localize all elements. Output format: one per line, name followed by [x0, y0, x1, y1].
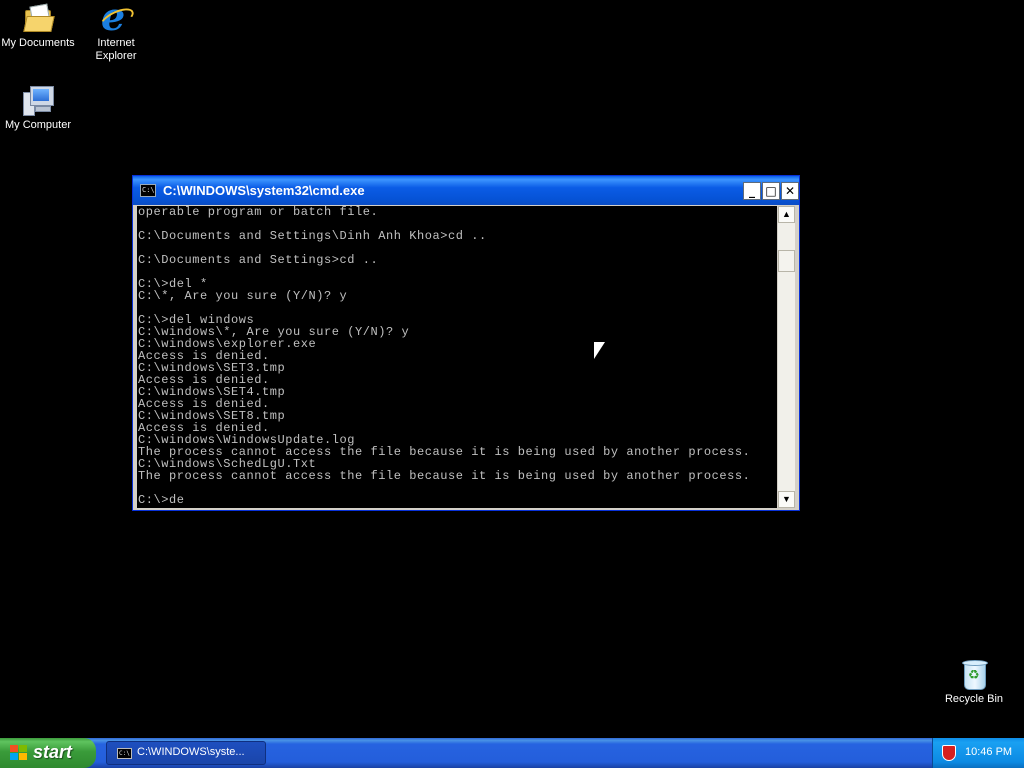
- desktop-icon-my-documents[interactable]: My Documents: [0, 2, 76, 50]
- maximize-button[interactable]: □: [762, 182, 780, 200]
- cmd-window[interactable]: C:\ C:\WINDOWS\system32\cmd.exe _ □ ✕ op…: [132, 175, 800, 511]
- console-output[interactable]: operable program or batch file. C:\Docume…: [137, 206, 777, 508]
- scroll-thumb[interactable]: [778, 250, 795, 272]
- recycle-bin-icon: ♻: [957, 658, 991, 690]
- windows-logo-icon: [10, 745, 28, 761]
- desktop-icon-my-computer[interactable]: My Computer: [0, 84, 76, 132]
- scroll-down-button[interactable]: ▼: [778, 491, 795, 508]
- window-title: C:\WINDOWS\system32\cmd.exe: [163, 183, 365, 198]
- desktop: My Documents e Internet Explorer My Comp…: [0, 0, 1024, 738]
- cmd-icon: C:\: [117, 748, 132, 759]
- close-icon: ✕: [784, 184, 796, 198]
- desktop-icon-label: Recycle Bin: [944, 693, 1004, 705]
- desktop-icon-label: Internet Explorer: [95, 37, 137, 62]
- console-line: C:\>de: [138, 493, 185, 507]
- arrow-down-icon: ▼: [782, 494, 791, 504]
- folder-documents-icon: [21, 2, 55, 34]
- console-line: operable program or batch file.: [138, 206, 379, 219]
- scroll-up-button[interactable]: ▲: [778, 206, 795, 223]
- desktop-icon-label: My Documents: [1, 37, 75, 49]
- console-line: C:\*, Are you sure (Y/N)? y: [138, 289, 348, 303]
- minimize-icon: _: [749, 184, 755, 198]
- taskbar-button-cmd[interactable]: C:\ C:\WINDOWS\syste...: [106, 741, 266, 765]
- taskbar-button-label: C:\WINDOWS\syste...: [137, 746, 245, 758]
- maximize-icon: □: [765, 184, 777, 198]
- arrow-up-icon: ▲: [782, 209, 791, 219]
- desktop-icon-recycle-bin[interactable]: ♻ Recycle Bin: [936, 658, 1012, 706]
- desktop-icon-internet-explorer[interactable]: e Internet Explorer: [78, 0, 154, 63]
- close-button[interactable]: ✕: [781, 182, 799, 200]
- security-shield-icon[interactable]: [942, 745, 956, 761]
- computer-icon: [21, 84, 55, 116]
- console-line: The process cannot access the file becau…: [138, 469, 751, 483]
- start-label: start: [33, 742, 73, 762]
- system-tray: 10:46 PM: [932, 738, 1024, 768]
- minimize-button[interactable]: _: [743, 182, 761, 200]
- window-titlebar[interactable]: C:\ C:\WINDOWS\system32\cmd.exe _ □ ✕: [133, 176, 799, 205]
- start-button[interactable]: start: [0, 738, 96, 768]
- mouse-pointer-icon: [594, 342, 605, 359]
- console-lines: operable program or batch file. C:\Docume…: [137, 206, 777, 506]
- console-line: C:\Documents and Settings>cd ..: [138, 253, 379, 267]
- internet-explorer-icon: e: [97, 0, 137, 36]
- desktop-icon-label: My Computer: [4, 119, 72, 131]
- vertical-scrollbar[interactable]: ▲ ▼: [778, 206, 795, 508]
- cmd-icon: C:\: [140, 184, 156, 197]
- clock: 10:46 PM: [965, 746, 1013, 758]
- console-line: C:\Documents and Settings\Dinh Anh Khoa>…: [138, 229, 487, 243]
- taskbar: start C:\ C:\WINDOWS\syste... 10:46 PM: [0, 738, 1024, 768]
